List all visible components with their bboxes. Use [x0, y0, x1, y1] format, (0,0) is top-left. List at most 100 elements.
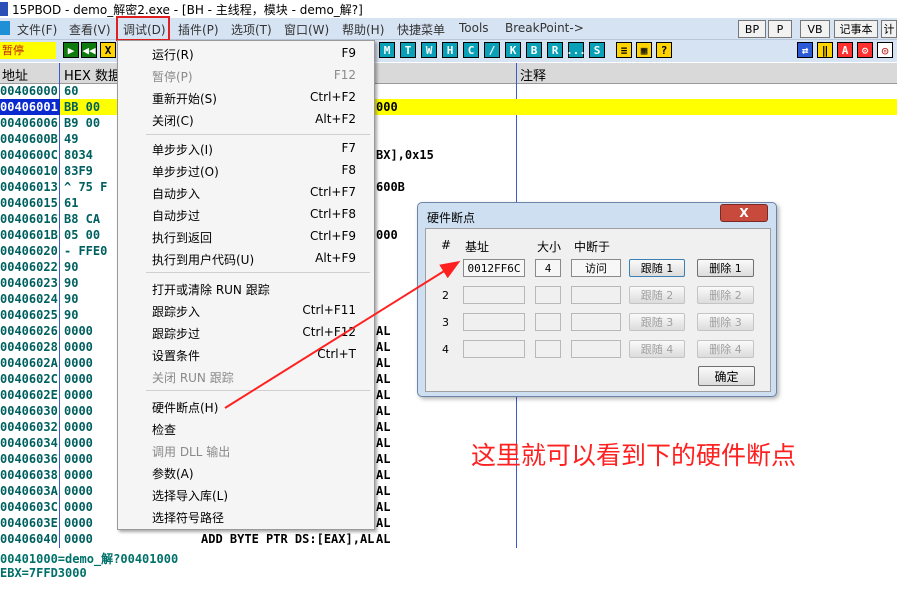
row-hex[interactable]: 0000	[64, 436, 93, 450]
debug-menu-item[interactable]: 单步步入(I) F7	[118, 138, 374, 160]
row-hex[interactable]: 0000	[64, 404, 93, 418]
row-address[interactable]: 0040602A	[0, 356, 60, 372]
menu-help[interactable]: 帮助(H)	[342, 21, 384, 38]
row-address[interactable]: 00406006	[0, 116, 60, 132]
menu-view[interactable]: 查看(V)	[69, 21, 111, 38]
rewind-icon[interactable]: ◀◀	[81, 42, 97, 58]
row-hex[interactable]: 0000	[64, 468, 93, 482]
break-on-field[interactable]	[571, 340, 621, 358]
p-button[interactable]: P	[768, 20, 792, 38]
row-hex[interactable]: 0000	[64, 356, 93, 370]
debug-menu-item[interactable]: 跟踪步过 Ctrl+F12	[118, 322, 374, 344]
base-field[interactable]	[463, 340, 525, 358]
row-address[interactable]: 00406026	[0, 324, 60, 340]
row-hex[interactable]: - FFE0	[64, 244, 107, 258]
row-hex[interactable]: 05 00	[64, 228, 100, 242]
menu-plugins[interactable]: 插件(P)	[178, 21, 219, 38]
size-field[interactable]	[535, 286, 561, 304]
follow-button[interactable]: 跟随 2	[629, 286, 685, 304]
mdi-icon[interactable]	[0, 21, 10, 35]
debug-menu-item[interactable]: 暂停(P) F12	[118, 65, 374, 87]
row-address[interactable]: 00406001	[0, 100, 60, 116]
debug-menu-item[interactable]: 检查	[118, 418, 374, 440]
row-address[interactable]: 00406022	[0, 260, 60, 276]
debug-menu-item[interactable]: 自动步入 Ctrl+F7	[118, 182, 374, 204]
row-hex[interactable]: 90	[64, 308, 78, 322]
row-hex[interactable]: B9 00	[64, 116, 100, 130]
debug-menu-item[interactable]: 调用 DLL 输出	[118, 440, 374, 462]
row-address[interactable]: 0040603E	[0, 516, 60, 532]
size-field[interactable]	[535, 313, 561, 331]
close-button[interactable]: X	[720, 204, 768, 222]
toolbar-letter-b[interactable]: B	[526, 42, 542, 58]
notepad-button[interactable]: 记事本	[834, 20, 878, 38]
row-hex[interactable]: 0000	[64, 340, 93, 354]
debug-menu-item[interactable]: 跟踪步入 Ctrl+F11	[118, 300, 374, 322]
row-address[interactable]: 0040602C	[0, 372, 60, 388]
row-hex[interactable]: 49	[64, 132, 78, 146]
size-field[interactable]	[535, 340, 561, 358]
debug-menu-item[interactable]: 选择导入库(L)	[118, 484, 374, 506]
row-address[interactable]: 0040600C	[0, 148, 60, 164]
menu-quick[interactable]: 快捷菜单	[397, 21, 445, 38]
toolbar-letter-dots[interactable]: ...	[566, 42, 586, 58]
row-address[interactable]: 0040601B	[0, 228, 60, 244]
row-hex[interactable]: 0000	[64, 532, 93, 546]
row-hex[interactable]: 8034	[64, 148, 93, 162]
row-address[interactable]: 00406013	[0, 180, 60, 196]
row-address[interactable]: 00406038	[0, 468, 60, 484]
break-on-field[interactable]: 访问	[571, 259, 621, 277]
debug-menu-item[interactable]: 设置条件 Ctrl+T	[118, 344, 374, 366]
row-hex[interactable]: 83F9	[64, 164, 93, 178]
row-address[interactable]: 0040603C	[0, 500, 60, 516]
debug-menu-item[interactable]: 硬件断点(H)	[118, 396, 374, 418]
vb-button[interactable]: VB	[800, 20, 830, 38]
row-address[interactable]: 00406010	[0, 164, 60, 180]
base-field[interactable]: 0012FF6C	[463, 259, 525, 277]
row-hex[interactable]: 90	[64, 276, 78, 290]
debug-menu-item[interactable]: 参数(A)	[118, 462, 374, 484]
row-address[interactable]: 00406023	[0, 276, 60, 292]
debug-menu-item[interactable]: 执行到用户代码(U) Alt+F9	[118, 248, 374, 270]
toolbar-letter-c[interactable]: C	[463, 42, 479, 58]
menu-tools[interactable]: Tools	[459, 21, 489, 35]
base-field[interactable]	[463, 313, 525, 331]
menu-file[interactable]: 文件(F)	[17, 21, 57, 38]
row-hex[interactable]: BB 00	[64, 100, 100, 114]
row-address[interactable]: 0040602E	[0, 388, 60, 404]
grid-icon[interactable]: ▦	[636, 42, 652, 58]
row-hex[interactable]: 90	[64, 260, 78, 274]
size-field[interactable]: 4	[535, 259, 561, 277]
menu-options[interactable]: 选项(T)	[231, 21, 272, 38]
base-field[interactable]	[463, 286, 525, 304]
menu-window[interactable]: 窗口(W)	[284, 21, 329, 38]
row-address[interactable]: 00406030	[0, 404, 60, 420]
delete-button[interactable]: 删除 3	[697, 313, 754, 331]
list-icon[interactable]: ≡	[616, 42, 632, 58]
debug-menu-item[interactable]: 重新开始(S) Ctrl+F2	[118, 87, 374, 109]
pause-icon[interactable]: ‖	[817, 42, 833, 58]
run-icon[interactable]: ▶	[63, 42, 79, 58]
debug-menu-item[interactable]: 关闭 RUN 跟踪	[118, 366, 374, 388]
toolbar-letter-h[interactable]: H	[442, 42, 458, 58]
row-hex[interactable]: 61	[64, 196, 78, 210]
debug-menu-item[interactable]: 关闭(C) Alt+F2	[118, 109, 374, 131]
row-address[interactable]: 00406020	[0, 244, 60, 260]
debug-menu-item[interactable]: 选择符号路径	[118, 506, 374, 528]
a-icon[interactable]: A	[837, 42, 853, 58]
row-hex[interactable]: 90	[64, 292, 78, 306]
row-address[interactable]: 00406025	[0, 308, 60, 324]
calc-button[interactable]: 计	[881, 20, 897, 38]
row-hex[interactable]: 0000	[64, 516, 93, 530]
row-address[interactable]: 00406015	[0, 196, 60, 212]
row-hex[interactable]: 0000	[64, 452, 93, 466]
follow-button[interactable]: 跟随 3	[629, 313, 685, 331]
row-address[interactable]: 0040603A	[0, 484, 60, 500]
close-icon[interactable]: X	[100, 42, 116, 58]
row-address[interactable]: 00406040	[0, 532, 60, 548]
row-hex[interactable]: 0000	[64, 484, 93, 498]
row-hex[interactable]: 0000	[64, 500, 93, 514]
follow-button[interactable]: 跟随 4	[629, 340, 685, 358]
row-hex[interactable]: 0000	[64, 324, 93, 338]
bp-button[interactable]: BP	[738, 20, 766, 38]
